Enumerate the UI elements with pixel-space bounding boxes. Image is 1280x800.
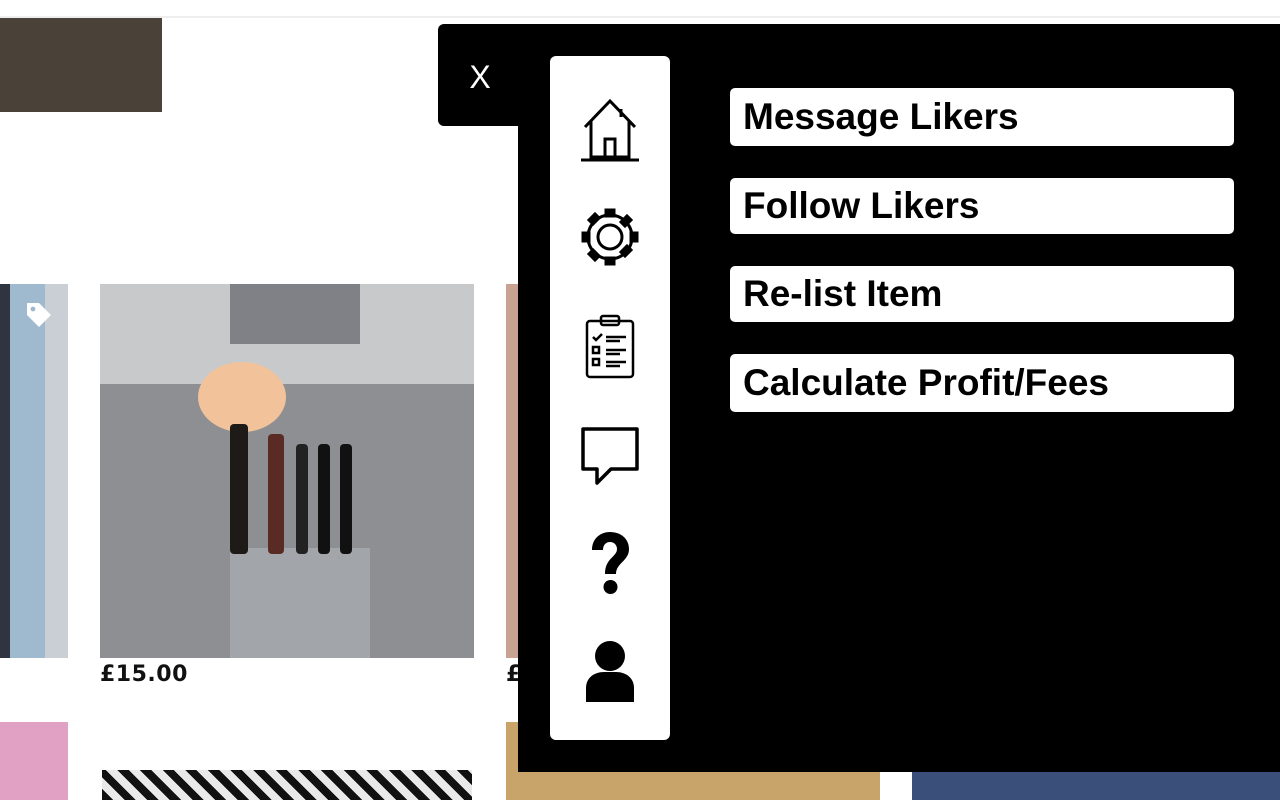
product-image-bottom-2[interactable] xyxy=(102,770,472,800)
follow-likers-button[interactable]: Follow Likers xyxy=(730,178,1234,234)
close-button[interactable]: X xyxy=(460,55,500,99)
price-tag-icon xyxy=(27,303,51,327)
product-image-left[interactable] xyxy=(0,284,68,658)
help-icon[interactable] xyxy=(574,527,646,599)
message-likers-button[interactable]: Message Likers xyxy=(730,88,1234,146)
chat-bubble-icon[interactable] xyxy=(574,418,646,490)
listing-price: £15.00 xyxy=(100,662,188,687)
product-image-top-left[interactable] xyxy=(0,18,162,112)
product-image-makeup-brushes[interactable] xyxy=(100,284,474,658)
user-icon[interactable] xyxy=(574,635,646,707)
relist-item-button[interactable]: Re-list Item xyxy=(730,266,1234,322)
product-image-bottom-left[interactable] xyxy=(0,722,68,800)
calculate-profit-fees-button[interactable]: Calculate Profit/Fees xyxy=(730,354,1234,412)
product-image-bottom-4[interactable] xyxy=(912,772,1280,800)
checklist-icon[interactable] xyxy=(574,310,646,382)
gear-icon[interactable] xyxy=(574,201,646,273)
header-divider xyxy=(0,16,1280,18)
home-icon[interactable] xyxy=(574,92,646,164)
